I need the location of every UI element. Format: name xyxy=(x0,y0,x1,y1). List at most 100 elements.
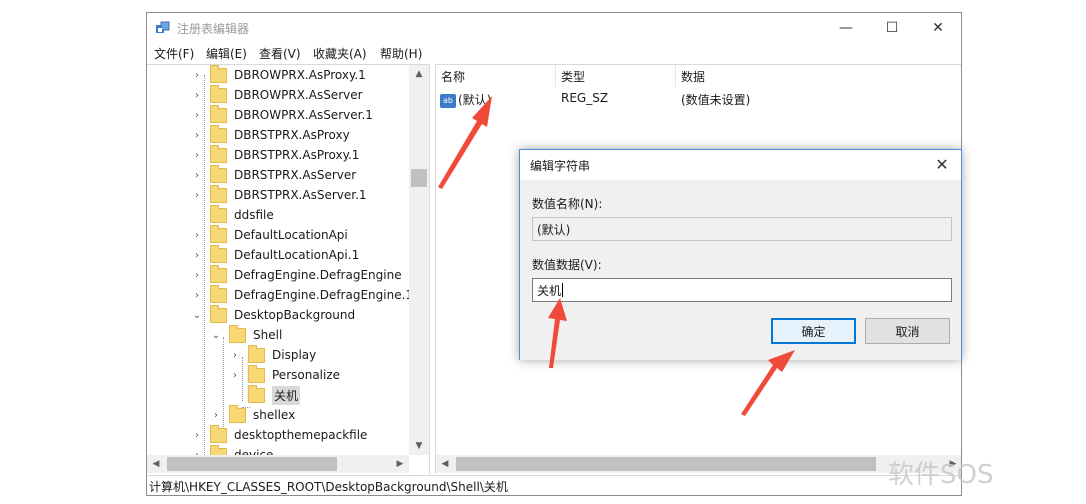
expand-icon[interactable]: › xyxy=(192,190,202,201)
expand-icon[interactable]: › xyxy=(192,70,202,81)
tree-item[interactable]: ⌄ DesktopBackground xyxy=(192,304,356,325)
dialog-body: 数值名称(N): (默认) 数值数据(V): 关机 确定 取消 xyxy=(520,180,961,360)
folder-icon xyxy=(210,65,227,83)
collapse-icon[interactable]: ⌄ xyxy=(211,330,221,341)
expand-icon[interactable]: › xyxy=(192,150,202,161)
scroll-left-icon[interactable]: ◀ xyxy=(436,455,454,473)
expand-icon[interactable]: › xyxy=(192,130,202,141)
scroll-right-icon[interactable]: ▶ xyxy=(391,455,409,473)
tree-item-label: DBROWPRX.AsServer xyxy=(234,88,363,102)
status-bar-path: 计算机\HKEY_CLASSES_ROOT\DesktopBackground\… xyxy=(147,475,961,496)
close-button[interactable]: ✕ xyxy=(915,13,961,43)
column-header-data[interactable]: 数据 xyxy=(676,65,876,87)
tree-item-label: DBRSTPRX.AsProxy.1 xyxy=(234,148,360,162)
expand-icon[interactable]: › xyxy=(192,430,202,441)
tree-item[interactable]: › DefragEngine.DefragEngine.1 xyxy=(192,284,413,305)
tree-item-label: Personalize xyxy=(272,368,341,382)
column-header-name[interactable]: 名称 xyxy=(436,65,556,87)
scroll-thumb[interactable] xyxy=(456,457,876,471)
folder-icon xyxy=(210,204,227,223)
dialog-title: 编辑字符串 xyxy=(530,159,591,173)
menu-edit[interactable]: 编辑(E) xyxy=(206,45,247,62)
value-data-input[interactable]: 关机 xyxy=(532,278,952,302)
folder-icon xyxy=(210,164,227,183)
tree-item[interactable]: › DBRSTPRX.AsProxy xyxy=(192,124,350,145)
tree-item-label: DBRSTPRX.AsProxy xyxy=(234,128,350,142)
tree-item[interactable]: › DBROWPRX.AsProxy.1 xyxy=(192,65,366,85)
expand-icon[interactable]: › xyxy=(192,110,202,121)
tree-item-label: ddsfile xyxy=(234,208,274,222)
expand-icon[interactable]: › xyxy=(192,250,202,261)
expand-icon[interactable]: › xyxy=(192,170,202,181)
tree-horizontal-scrollbar[interactable]: ◀ ▶ xyxy=(147,455,409,473)
edit-string-dialog: 编辑字符串 ✕ 数值名称(N): (默认) 数值数据(V): 关机 确定 取消 xyxy=(519,149,962,360)
expand-icon[interactable]: › xyxy=(230,350,240,361)
tree-item-selected[interactable]: 关机 xyxy=(230,384,301,405)
list-horizontal-scrollbar[interactable]: ◀ ▶ xyxy=(436,455,961,473)
folder-icon xyxy=(210,84,227,103)
tree-item[interactable]: › DefaultLocationApi.1 xyxy=(192,244,360,265)
folder-icon xyxy=(210,224,227,243)
tree-vertical-scrollbar[interactable]: ▲ ▼ xyxy=(409,65,429,455)
dialog-close-button[interactable]: ✕ xyxy=(927,152,957,176)
collapse-icon[interactable]: ⌄ xyxy=(192,310,202,321)
menu-help[interactable]: 帮助(H) xyxy=(380,45,422,62)
folder-icon xyxy=(210,184,227,203)
folder-icon xyxy=(210,264,227,283)
folder-icon xyxy=(210,144,227,163)
tree-item[interactable]: › DefaultLocationApi xyxy=(192,224,348,245)
folder-icon xyxy=(210,104,227,123)
tree-item-label: DesktopBackground xyxy=(234,308,356,322)
cancel-button[interactable]: 取消 xyxy=(865,318,950,344)
tree-item[interactable]: ddsfile xyxy=(192,204,274,225)
tree-item[interactable]: › DefragEngine.DefragEngine xyxy=(192,264,402,285)
scroll-thumb[interactable] xyxy=(167,457,337,471)
expand-icon[interactable]: › xyxy=(211,410,221,421)
menu-favorites[interactable]: 收藏夹(A) xyxy=(313,45,367,62)
value-name: (默认) xyxy=(458,93,492,107)
expand-icon[interactable]: › xyxy=(230,370,240,381)
tree-item[interactable]: › DBROWPRX.AsServer xyxy=(192,84,363,105)
scroll-left-icon[interactable]: ◀ xyxy=(147,455,165,473)
expand-icon[interactable]: › xyxy=(192,230,202,241)
regedit-icon xyxy=(156,21,170,33)
maximize-button[interactable]: ☐ xyxy=(869,13,915,43)
scroll-down-icon[interactable]: ▼ xyxy=(409,437,429,455)
expand-icon[interactable]: › xyxy=(192,290,202,301)
tree-item[interactable]: ⌄ Shell xyxy=(211,324,283,345)
tree-item[interactable]: › DBRSTPRX.AsProxy.1 xyxy=(192,144,360,165)
tree-item[interactable]: › Personalize xyxy=(230,364,341,385)
tree-item[interactable]: › DBRSTPRX.AsServer xyxy=(192,164,357,185)
expand-icon[interactable]: › xyxy=(192,270,202,281)
expand-icon[interactable]: › xyxy=(192,90,202,101)
folder-icon xyxy=(248,344,265,363)
ok-button[interactable]: 确定 xyxy=(771,318,856,344)
value-name-label: 数值名称(N): xyxy=(532,197,603,211)
value-name-field: (默认) xyxy=(532,217,952,241)
tree-item[interactable]: › desktopthemepackfile xyxy=(192,424,367,445)
key-tree[interactable]: › DBROWPRX.AsProxy.1 › DBROWPRX.AsServer… xyxy=(147,64,430,474)
folder-icon xyxy=(248,364,265,383)
value-data-label: 数值数据(V): xyxy=(532,258,602,272)
scroll-thumb[interactable] xyxy=(411,169,427,187)
value-data-text: 关机 xyxy=(537,283,562,298)
column-header-type[interactable]: 类型 xyxy=(556,65,676,87)
scroll-up-icon[interactable]: ▲ xyxy=(409,65,429,83)
tree-item-label: shellex xyxy=(253,408,296,422)
tree-item-label: DBRSTPRX.AsServer xyxy=(234,168,357,182)
tree-item-label: Shell xyxy=(253,328,283,342)
menu-bar: 文件(F) 编辑(E) 查看(V) 收藏夹(A) 帮助(H) xyxy=(147,43,961,63)
tree-item[interactable]: › DBROWPRX.AsServer.1 xyxy=(192,104,373,125)
tree-item[interactable]: › DBRSTPRX.AsServer.1 xyxy=(192,184,367,205)
menu-file[interactable]: 文件(F) xyxy=(154,45,194,62)
menu-view[interactable]: 查看(V) xyxy=(259,45,301,62)
tree-item-label: DBROWPRX.AsServer.1 xyxy=(234,108,373,122)
minimize-button[interactable]: — xyxy=(823,13,869,43)
tree-item[interactable]: › shellex xyxy=(211,404,296,425)
folder-icon xyxy=(210,304,227,323)
value-type: REG_SZ xyxy=(561,91,609,105)
tree-item[interactable]: › Display xyxy=(230,344,316,365)
tree-item-label: DefaultLocationApi xyxy=(234,228,348,242)
value-row-name[interactable]: ab (默认) xyxy=(440,91,491,108)
tree-item-label: DefaultLocationApi.1 xyxy=(234,248,360,262)
